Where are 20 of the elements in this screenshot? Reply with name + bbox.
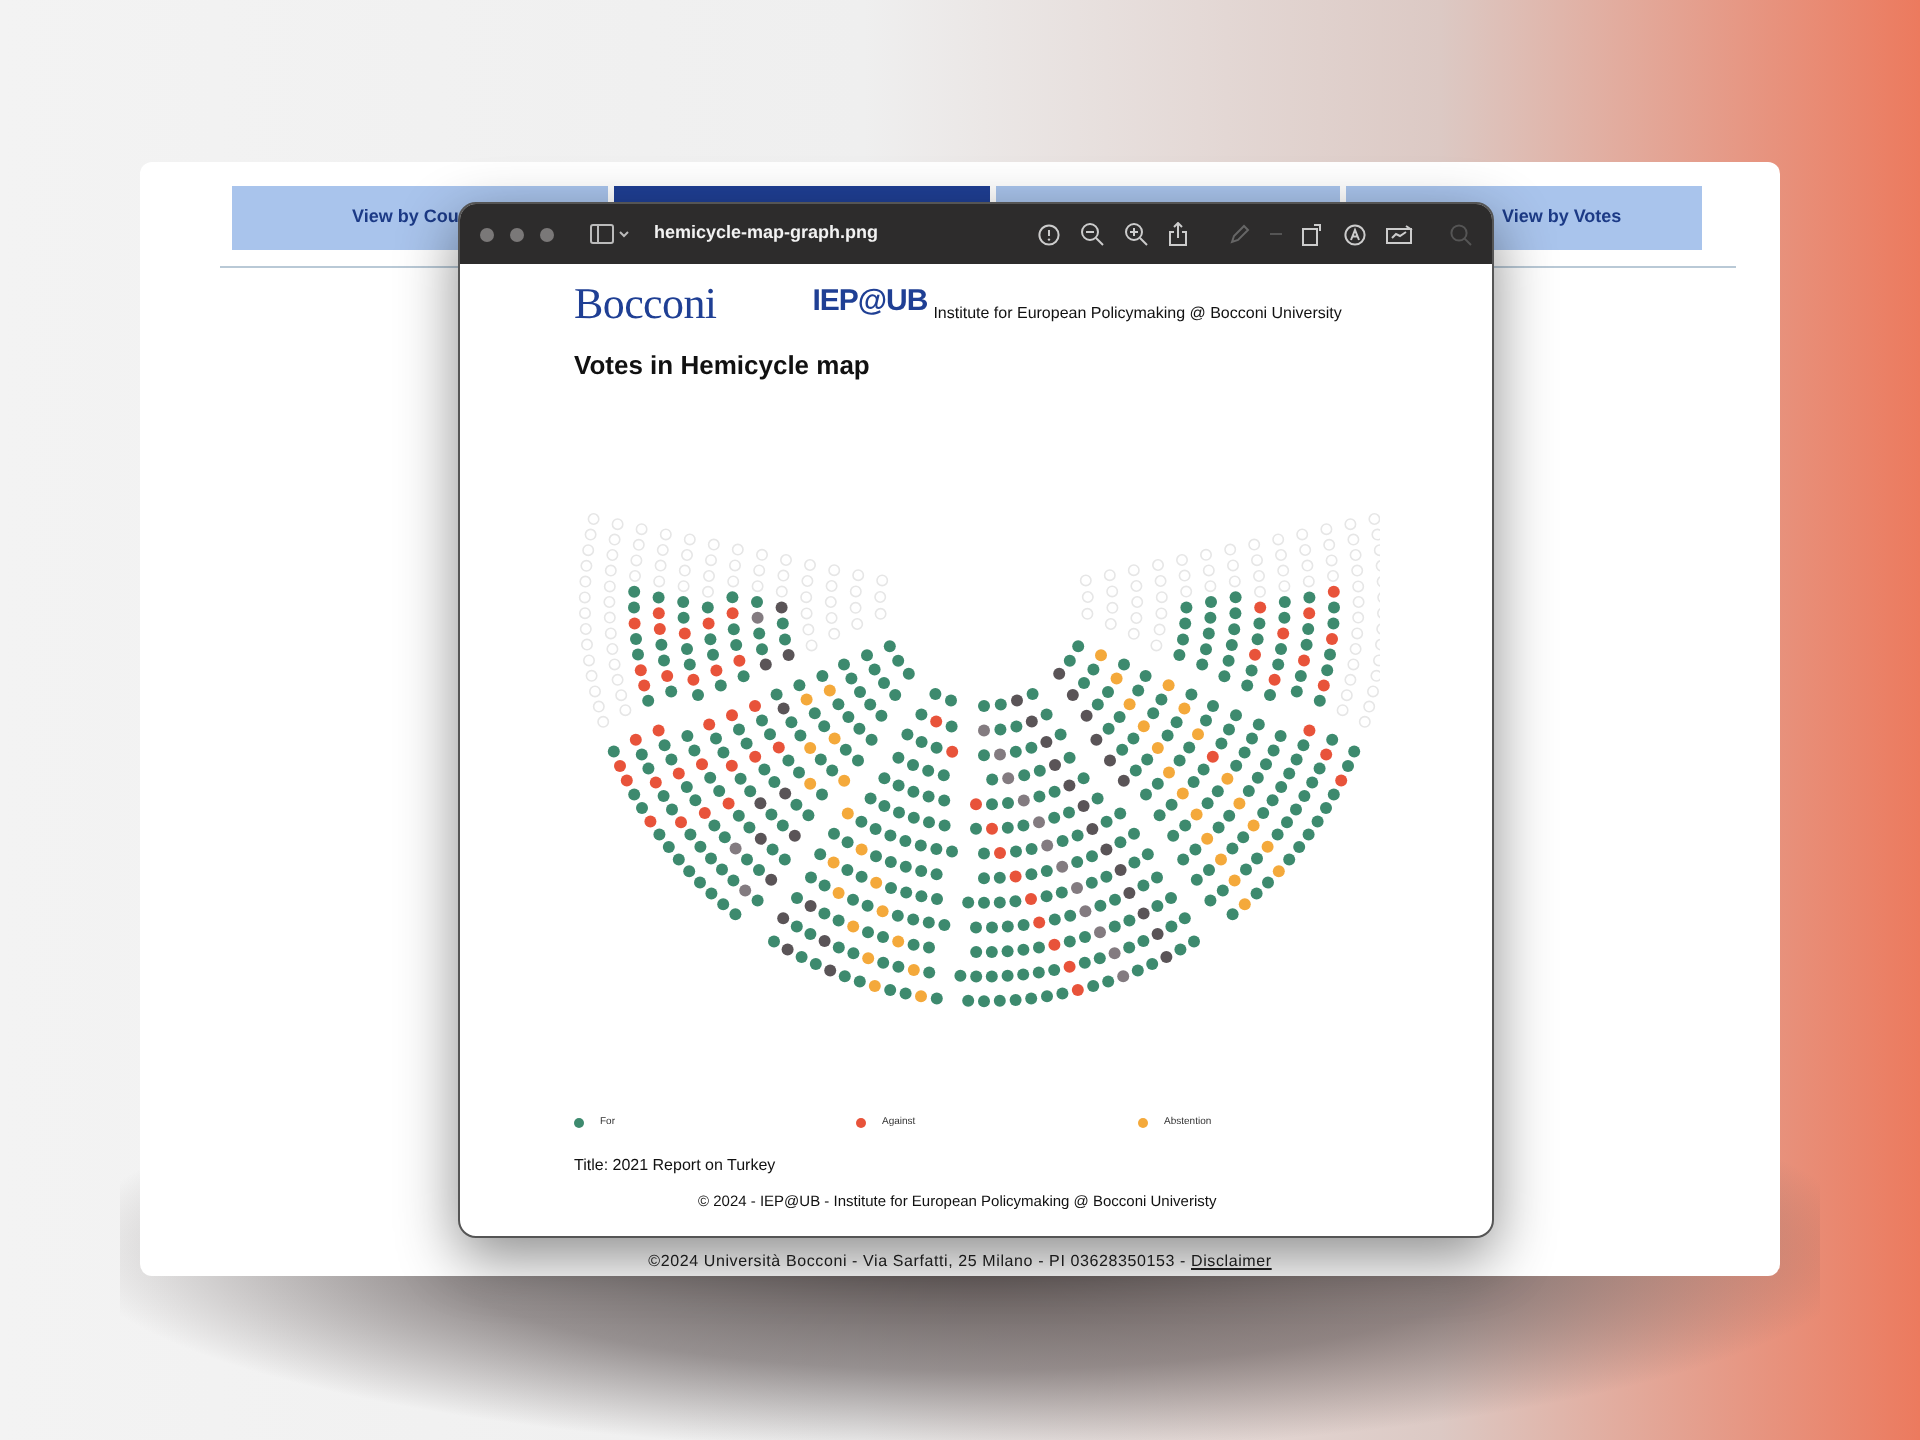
chart-caption: Title: 2021 Report on Turkey — [574, 1153, 778, 1177]
minimize-button[interactable] — [510, 227, 524, 241]
markup-icon[interactable] — [1344, 223, 1366, 245]
institute-name: Institute for European Policymaking @ Bocconi University — [933, 301, 1342, 325]
disclaimer-link[interactable]: Disclaimer — [1191, 1252, 1272, 1270]
zoom-in-icon[interactable] — [1124, 222, 1148, 246]
signature-icon[interactable] — [1386, 224, 1414, 244]
close-button[interactable] — [480, 227, 494, 241]
zoom-out-icon[interactable] — [1080, 222, 1104, 246]
info-icon[interactable] — [1038, 223, 1060, 245]
rotate-icon[interactable] — [1302, 222, 1324, 246]
zoom-button[interactable] — [540, 227, 554, 241]
window-title: hemicycle-map-graph.png — [654, 220, 879, 247]
institute-logo: IEP@UB — [812, 282, 928, 322]
chart-title: Votes in Hemicycle map — [574, 347, 872, 384]
university-logo: Bocconi — [574, 281, 717, 325]
pen-icon[interactable] — [1228, 223, 1250, 245]
footer-text: ©2024 Università Bocconi - Via Sarfatti, 25 Milano - PI 03628350153 - Disclaimer — [648, 1252, 1272, 1270]
share-icon[interactable] — [1168, 222, 1188, 246]
sidebar-icon[interactable] — [590, 224, 630, 244]
